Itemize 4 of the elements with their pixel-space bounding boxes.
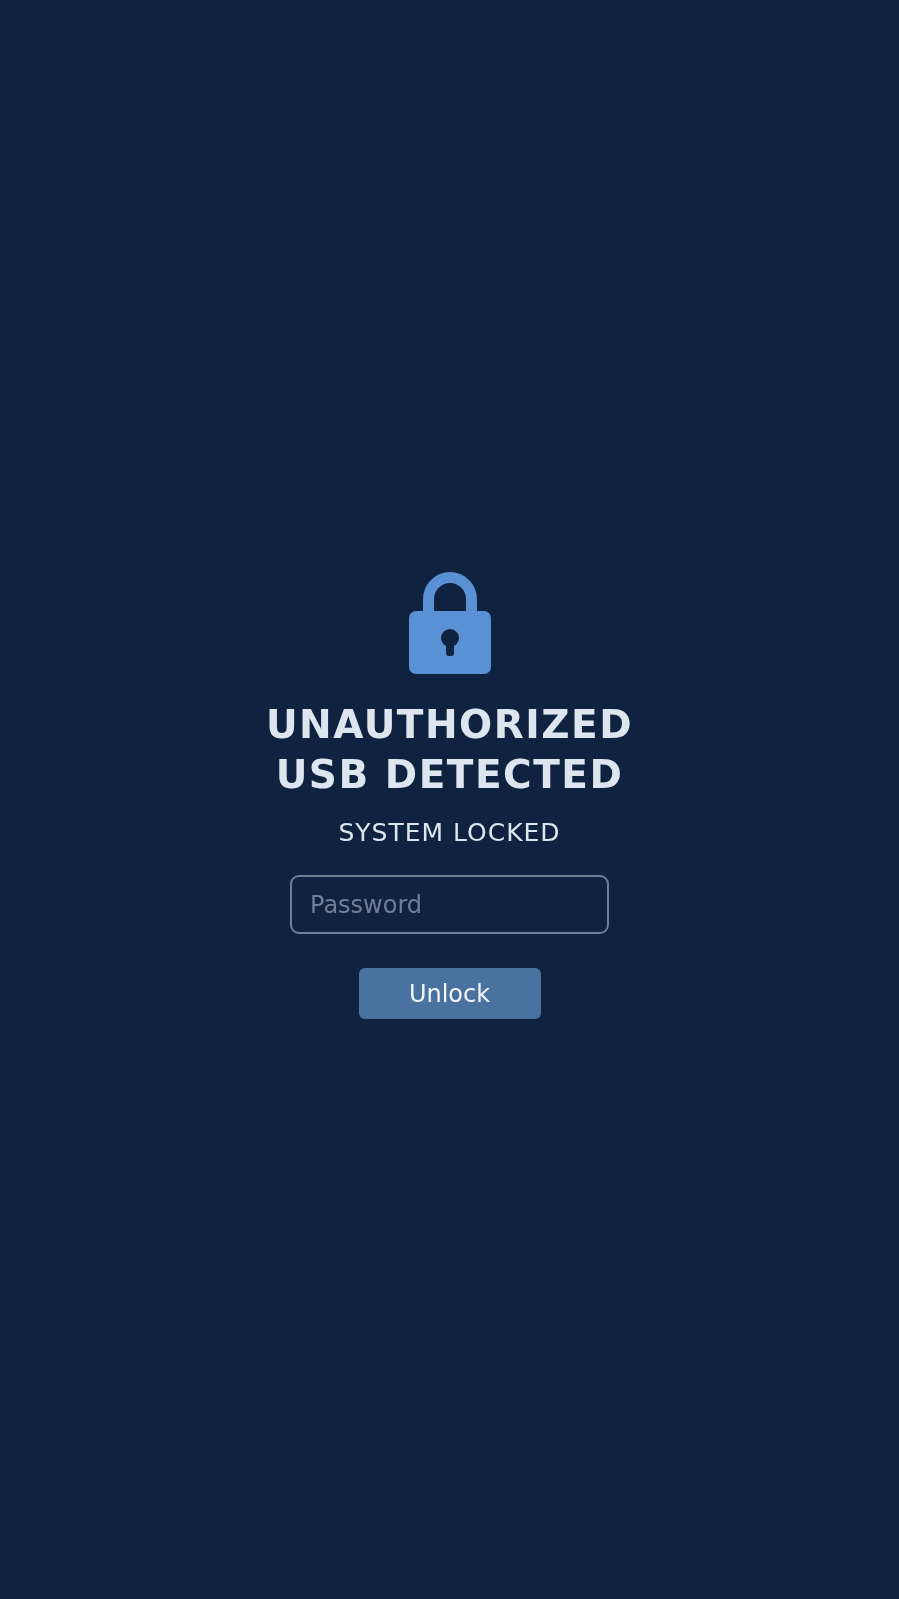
warning-title: UNAUTHORIZED USB DETECTED [265, 701, 634, 799]
password-field[interactable]: Password [290, 875, 609, 934]
unlock-button[interactable]: Unlock [358, 968, 541, 1019]
status-text: SYSTEM LOCKED [338, 818, 561, 847]
